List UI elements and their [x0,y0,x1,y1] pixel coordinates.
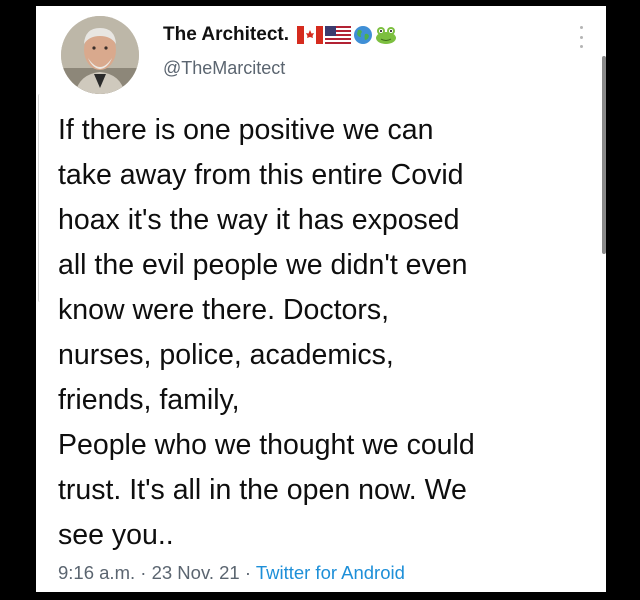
edge-highlight [38,94,43,302]
tweet-line: If there is one positive we can [58,114,434,146]
tweet-line: take away from this entire Covid [58,159,464,191]
avatar[interactable] [61,16,139,94]
tweet-time[interactable]: 9:16 a.m. [58,562,135,583]
tweet-line: see you.. [58,519,174,551]
author-name-row: The Architect. [163,24,397,46]
tweet-line: friends, family, [58,384,240,416]
tweet-line: hoax it's the way it has exposed [58,204,460,236]
canada-flag-icon [297,26,323,44]
name-badges [297,25,397,45]
display-name[interactable]: The Architect. [163,24,289,46]
author-handle[interactable]: @TheMarcitect [163,58,285,79]
usa-flag-icon [325,26,351,44]
tweet-line: trust. It's all in the open now. We [58,474,467,506]
meta-separator: · [135,562,152,583]
tweet-line: know were there. Doctors, [58,294,390,326]
scrollbar[interactable] [602,56,606,254]
tweet-line: all the evil people we didn't even [58,249,468,281]
tweet-line: nurses, police, academics, [58,339,394,371]
tweet-text: If there is one positive we can take awa… [58,108,598,558]
tweet-card: The Architect. @TheMarcitect If there is… [36,6,606,592]
tweet-source-link[interactable]: Twitter for Android [256,562,405,583]
globe-icon [354,26,372,44]
meta-separator: · [239,562,256,583]
tweet-meta: 9:16 a.m. · 23 Nov. 21 · Twitter for And… [58,562,405,584]
frog-icon [376,27,396,44]
more-options-icon[interactable] [578,26,584,48]
tweet-line: People who we thought we could [58,429,475,461]
tweet-date[interactable]: 23 Nov. 21 [152,562,240,583]
